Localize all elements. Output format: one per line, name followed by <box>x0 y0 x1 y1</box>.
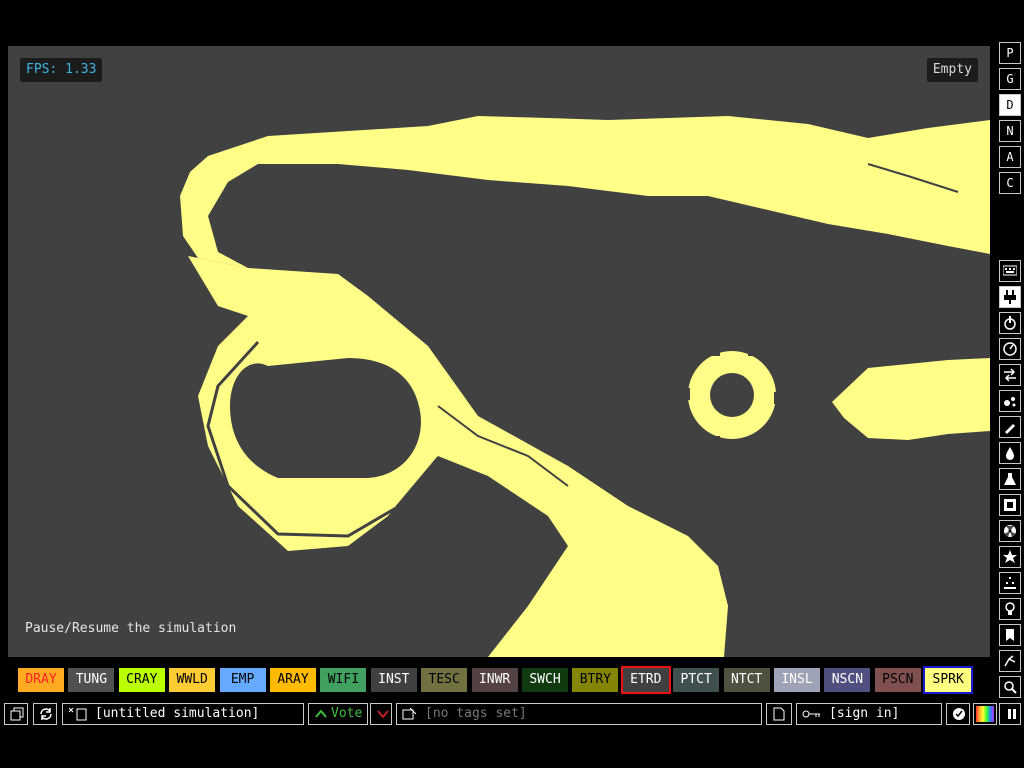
bookmark-icon[interactable] <box>999 624 1021 646</box>
menu-button-p[interactable]: P <box>999 42 1021 64</box>
power-icon[interactable] <box>999 312 1021 334</box>
element-button-dray[interactable]: DRAY <box>18 668 64 692</box>
vote-up-button[interactable]: Vote <box>308 703 368 725</box>
element-button-wwld[interactable]: WWLD <box>169 668 216 692</box>
menu-button-g[interactable]: G <box>999 68 1021 90</box>
vote-down-button[interactable] <box>370 703 392 725</box>
element-button-tung[interactable]: TUNG <box>68 668 115 692</box>
square-icon[interactable] <box>999 494 1021 516</box>
gauge-icon[interactable] <box>999 338 1021 360</box>
arrows-icon[interactable] <box>999 364 1021 386</box>
material-drawing <box>180 116 990 657</box>
rainbow-icon <box>976 706 994 722</box>
plug-icon[interactable] <box>999 286 1021 308</box>
element-button-tesc[interactable]: TESC <box>421 668 468 692</box>
save-name-label: [untitled simulation] <box>95 706 260 721</box>
search-icon[interactable] <box>999 676 1021 698</box>
open-save-button[interactable] <box>4 703 28 725</box>
element-button-nscn[interactable]: NSCN <box>824 668 871 692</box>
radiation-icon[interactable] <box>999 520 1021 542</box>
star-icon[interactable] <box>999 546 1021 568</box>
tags-button[interactable]: [no tags set] <box>396 703 762 725</box>
menu-button-a[interactable]: A <box>999 146 1021 168</box>
place-name-label: Empty <box>926 58 978 82</box>
fps-counter: FPS: 1.33 <box>20 58 103 82</box>
bulb-icon[interactable] <box>999 598 1021 620</box>
vote-up-icon <box>315 709 327 718</box>
element-button-emp[interactable]: EMP <box>219 668 266 692</box>
dots-icon[interactable] <box>999 572 1021 594</box>
element-button-pscn[interactable]: PSCN <box>874 668 921 692</box>
element-button-inst[interactable]: INST <box>370 668 417 692</box>
pause-button[interactable] <box>999 703 1021 725</box>
element-button-etrd[interactable]: ETRD <box>620 666 671 694</box>
signin-label: [sign in] <box>829 706 900 721</box>
element-button-cray[interactable]: CRAY <box>118 668 165 692</box>
save-simulation-button[interactable]: [untitled simulation] <box>62 703 304 725</box>
tags-label: [no tags set] <box>425 706 527 721</box>
pen-icon[interactable] <box>999 416 1021 438</box>
reload-button[interactable] <box>33 703 57 725</box>
hand-icon[interactable] <box>999 650 1021 672</box>
vote-label: Vote <box>331 706 363 721</box>
flask-icon[interactable] <box>999 468 1021 490</box>
element-button-inwr[interactable]: INWR <box>471 668 518 692</box>
render-mode-button[interactable] <box>973 703 997 725</box>
tag-icon <box>402 707 417 720</box>
menu-button-n[interactable]: N <box>999 120 1021 142</box>
menu-button-d[interactable]: D <box>999 94 1021 116</box>
element-button-insl[interactable]: INSL <box>774 668 820 692</box>
clear-simulation-button[interactable] <box>766 703 792 725</box>
particles-icon[interactable] <box>999 390 1021 412</box>
tooltip-text: Pause/Resume the simulation <box>25 621 237 636</box>
key-icon <box>802 710 820 718</box>
save-icon <box>68 707 87 721</box>
gear-ring-shape <box>680 346 784 446</box>
element-button-ptct[interactable]: PTCT <box>673 668 720 692</box>
element-button-ntct[interactable]: NTCT <box>723 668 770 692</box>
element-button-wifi[interactable]: WIFI <box>320 668 367 692</box>
element-button-swch[interactable]: SWCH <box>522 668 568 692</box>
keyboard-icon[interactable] <box>999 260 1021 282</box>
droplet-icon[interactable] <box>999 442 1021 464</box>
element-button-sprk[interactable]: SPRK <box>923 666 974 694</box>
settings-button[interactable] <box>946 703 970 725</box>
login-button[interactable]: [sign in] <box>796 703 942 725</box>
simulation-canvas[interactable]: FPS: 1.33 Empty Pause/Resume the simulat… <box>8 46 990 657</box>
element-button-aray[interactable]: ARAY <box>270 668 316 692</box>
element-button-btry[interactable]: BTRY <box>572 668 619 692</box>
menu-button-c[interactable]: C <box>999 172 1021 194</box>
